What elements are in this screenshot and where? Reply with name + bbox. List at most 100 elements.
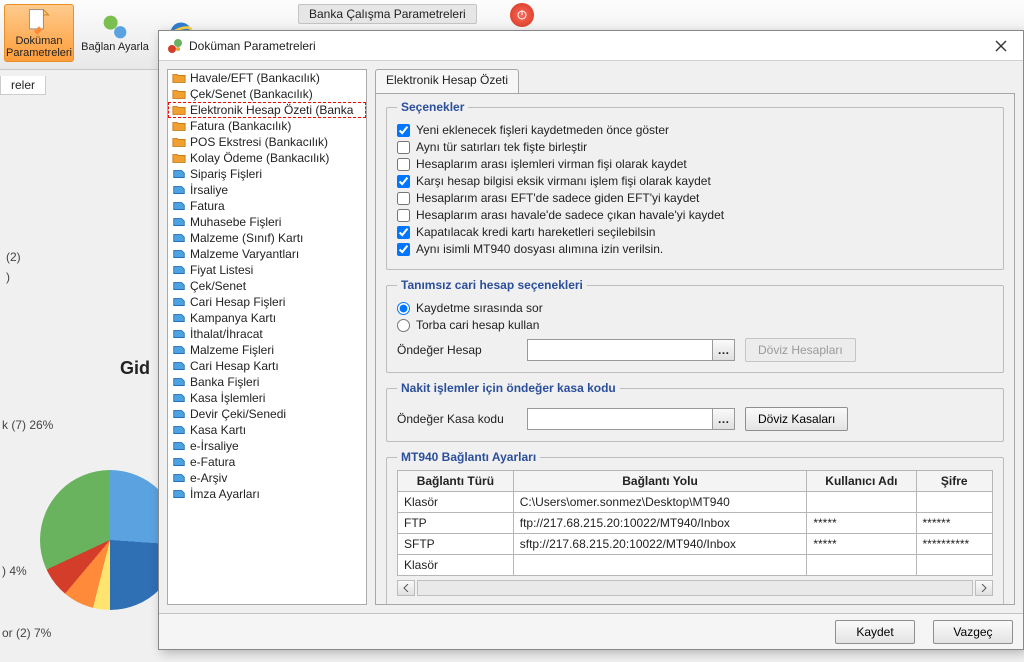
tree-item[interactable]: Malzeme (Sınıf) Kartı — [168, 230, 366, 246]
table-row[interactable]: SFTPsftp://217.68.215.20:10022/MT940/Inb… — [398, 534, 993, 555]
tree-item[interactable]: Havale/EFT (Bankacılık) — [168, 70, 366, 86]
radio-label: Torba cari hesap kullan — [416, 318, 539, 332]
mt940-table[interactable]: Bağlantı TürüBağlantı YoluKullanıcı AdıŞ… — [397, 470, 993, 576]
tree-item[interactable]: İmza Ayarları — [168, 486, 366, 502]
tree-item[interactable]: Kolay Ödeme (Bankacılık) — [168, 150, 366, 166]
tree-item[interactable]: İthalat/İhracat — [168, 326, 366, 342]
default-cash-input[interactable]: … — [527, 408, 735, 430]
table-cell[interactable]: Klasör — [398, 555, 514, 576]
table-row[interactable]: Klasör — [398, 555, 993, 576]
table-cell[interactable] — [916, 492, 993, 513]
default-cash-field[interactable] — [528, 409, 712, 429]
tree-item[interactable]: Kasa Kartı — [168, 422, 366, 438]
legend-options: Seçenekler — [397, 100, 468, 114]
tree-item[interactable]: Muhasebe Fişleri — [168, 214, 366, 230]
tree-item[interactable]: Elektronik Hesap Özeti (Banka — [168, 102, 366, 118]
option-label: Kapatılacak kredi kartı hareketleri seçi… — [416, 225, 655, 239]
table-cell[interactable] — [807, 555, 916, 576]
close-button[interactable] — [987, 35, 1015, 57]
tree-item-label: e-Fatura — [190, 455, 235, 469]
table-cell[interactable] — [916, 555, 993, 576]
table-cell[interactable]: ftp://217.68.215.20:10022/MT940/Inbox — [513, 513, 807, 534]
default-account-input[interactable]: … — [527, 339, 735, 361]
table-cell[interactable]: C:\Users\omer.sonmez\Desktop\MT940 — [513, 492, 807, 513]
tree-item-label: Malzeme Fişleri — [190, 343, 274, 357]
tab-elek-hesap[interactable]: Elektronik Hesap Özeti — [375, 69, 519, 93]
table-cell[interactable]: sftp://217.68.215.20:10022/MT940/Inbox — [513, 534, 807, 555]
radio-row: Torba cari hesap kullan — [397, 318, 993, 332]
table-cell[interactable]: ***** — [807, 534, 916, 555]
tree-item[interactable]: Fatura (Bankacılık) — [168, 118, 366, 134]
table-cell[interactable]: SFTP — [398, 534, 514, 555]
power-button[interactable] — [510, 3, 534, 27]
option-label: Aynı tür satırları tek fişte birleştir — [416, 140, 587, 154]
tree-item[interactable]: Çek/Senet — [168, 278, 366, 294]
option-row: Hesaplarım arası havale'de sadece çıkan … — [397, 208, 993, 222]
lookup-button-cash[interactable]: … — [712, 409, 734, 429]
option-label: Aynı isimli MT940 dosyası alımına izin v… — [416, 242, 663, 256]
option-label: Hesaplarım arası işlemleri virman fişi o… — [416, 157, 687, 171]
tree-item[interactable]: Malzeme Varyantları — [168, 246, 366, 262]
tree-item[interactable]: Cari Hesap Fişleri — [168, 294, 366, 310]
tree-item[interactable]: Malzeme Fişleri — [168, 342, 366, 358]
tree-item[interactable]: Devir Çeki/Senedi — [168, 406, 366, 422]
tree-item-label: Kolay Ödeme (Bankacılık) — [190, 151, 329, 165]
ribbon-title: Banka Çalışma Parametreleri — [298, 4, 477, 24]
tree-item[interactable]: Çek/Senet (Bankacılık) — [168, 86, 366, 102]
tree-item-label: Muhasebe Fişleri — [190, 215, 281, 229]
radio[interactable] — [397, 319, 410, 332]
checkbox[interactable] — [397, 209, 410, 222]
checkbox[interactable] — [397, 192, 410, 205]
table-cell[interactable] — [807, 492, 916, 513]
ribbon-btn-conn-settings[interactable]: Bağlan Ayarla — [80, 4, 150, 62]
checkbox[interactable] — [397, 158, 410, 171]
tree-item[interactable]: İrsaliye — [168, 182, 366, 198]
table-cell[interactable] — [513, 555, 807, 576]
option-label: Yeni eklenecek fişleri kaydetmeden önce … — [416, 123, 669, 137]
tree-item[interactable]: Fatura — [168, 198, 366, 214]
scroll-right-button[interactable] — [975, 580, 993, 596]
tree-list[interactable]: Havale/EFT (Bankacılık)Çek/Senet (Bankac… — [167, 69, 367, 605]
tree-item[interactable]: e-Fatura — [168, 454, 366, 470]
tree-item-label: e-Arşiv — [190, 471, 227, 485]
currency-cash-button[interactable]: Döviz Kasaları — [745, 407, 848, 431]
table-cell[interactable]: FTP — [398, 513, 514, 534]
checkbox[interactable] — [397, 226, 410, 239]
sub-tab[interactable]: reler — [0, 76, 46, 95]
option-label: Hesaplarım arası havale'de sadece çıkan … — [416, 208, 724, 222]
tree-item-label: Çek/Senet — [190, 279, 246, 293]
option-row: Aynı isimli MT940 dosyası alımına izin v… — [397, 242, 993, 256]
default-account-field[interactable] — [528, 340, 712, 360]
tree-item[interactable]: Cari Hesap Kartı — [168, 358, 366, 374]
cancel-button[interactable]: Vazgeç — [933, 620, 1013, 644]
tree-item[interactable]: e-Arşiv — [168, 470, 366, 486]
checkbox[interactable] — [397, 141, 410, 154]
tree-item[interactable]: Fiyat Listesi — [168, 262, 366, 278]
dialog-title: Doküman Parametreleri — [189, 39, 987, 53]
checkbox[interactable] — [397, 243, 410, 256]
save-button[interactable]: Kaydet — [835, 620, 915, 644]
fieldset-options: Seçenekler Yeni eklenecek fişleri kaydet… — [386, 100, 1004, 270]
table-cell[interactable]: ********** — [916, 534, 993, 555]
tree-item[interactable]: Kampanya Kartı — [168, 310, 366, 326]
tree-item[interactable]: Kasa İşlemleri — [168, 390, 366, 406]
table-row[interactable]: KlasörC:\Users\omer.sonmez\Desktop\MT940 — [398, 492, 993, 513]
table-cell[interactable]: ***** — [807, 513, 916, 534]
scroll-track[interactable] — [417, 580, 973, 596]
fieldset-undef: Tanımsız cari hesap seçenekleri Kaydetme… — [386, 278, 1004, 373]
tree-item[interactable]: Banka Fişleri — [168, 374, 366, 390]
horizontal-scrollbar[interactable] — [397, 580, 993, 596]
checkbox[interactable] — [397, 175, 410, 188]
checkbox[interactable] — [397, 124, 410, 137]
tree-item[interactable]: e-İrsaliye — [168, 438, 366, 454]
currency-accounts-button[interactable]: Döviz Hesapları — [745, 338, 856, 362]
ribbon-btn-doc-params[interactable]: Doküman Parametreleri — [4, 4, 74, 62]
tree-item[interactable]: Sipariş Fişleri — [168, 166, 366, 182]
table-cell[interactable]: ****** — [916, 513, 993, 534]
radio[interactable] — [397, 302, 410, 315]
lookup-button[interactable]: … — [712, 340, 734, 360]
scroll-left-button[interactable] — [397, 580, 415, 596]
table-cell[interactable]: Klasör — [398, 492, 514, 513]
tree-item[interactable]: POS Ekstresi (Bankacılık) — [168, 134, 366, 150]
table-row[interactable]: FTPftp://217.68.215.20:10022/MT940/Inbox… — [398, 513, 993, 534]
